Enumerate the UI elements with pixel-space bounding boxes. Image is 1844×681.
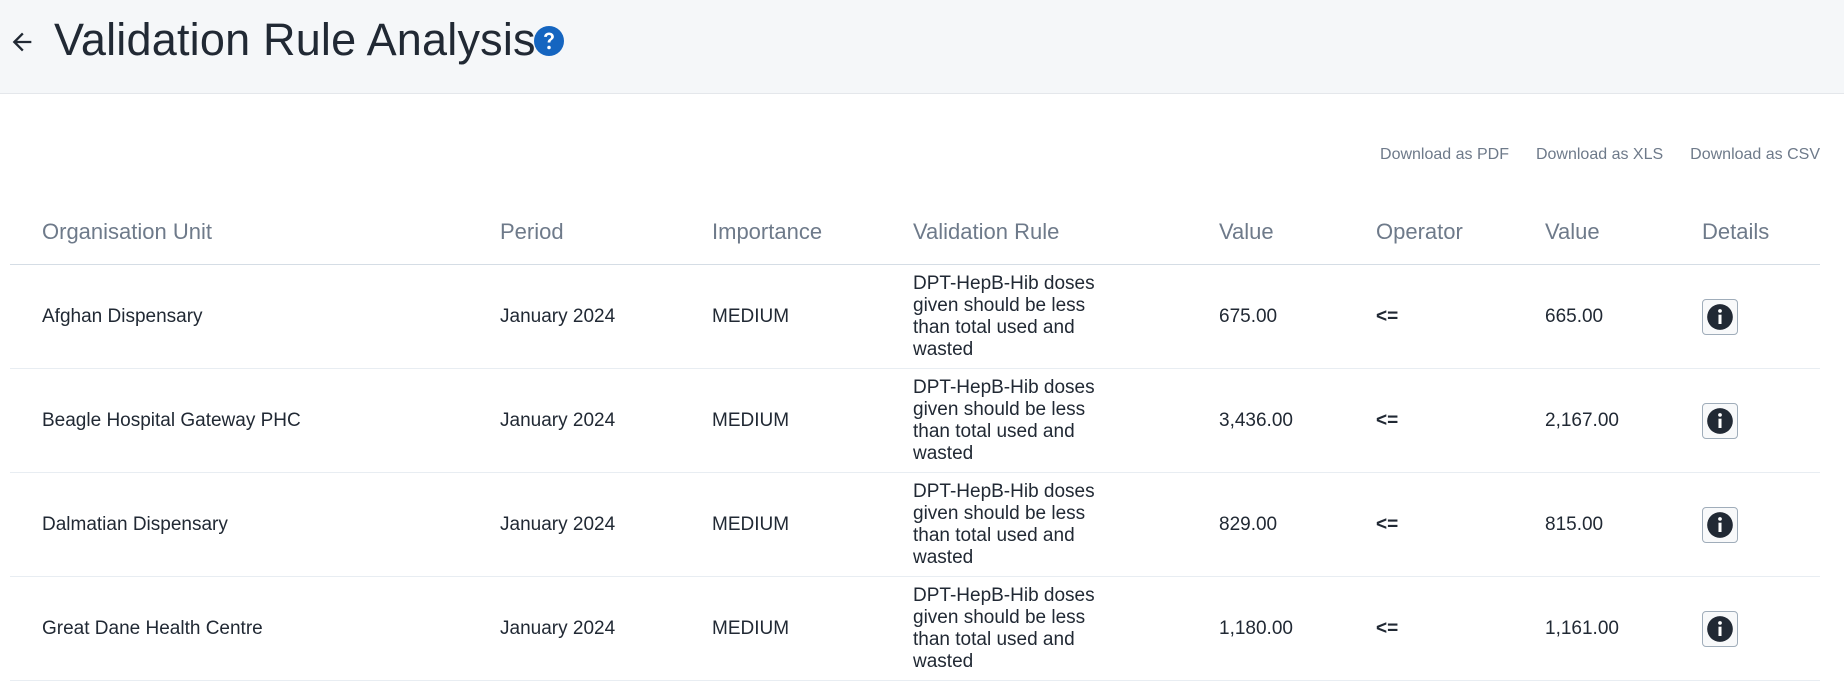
page-header: Validation Rule Analysis <box>0 0 1844 94</box>
column-header-validation-rule: Validation Rule <box>913 219 1060 244</box>
org-unit-cell: Great Dane Health Centre <box>42 617 263 639</box>
left-value-cell: 3,436.00 <box>1219 409 1293 431</box>
right-value-cell: 1,161.00 <box>1545 617 1619 639</box>
operator-cell: <= <box>1376 305 1399 327</box>
period-cell: January 2024 <box>500 617 616 639</box>
validation-rule-text: DPT-HepB-Hib doses given should be less … <box>913 272 1095 360</box>
table-row: Afghan Dispensary January 2024 MEDIUM DP… <box>10 265 1820 369</box>
org-unit-cell: Dalmatian Dispensary <box>42 513 228 535</box>
download-links: Download as PDF Download as XLS Download… <box>1380 146 1820 164</box>
info-circle-icon <box>1707 511 1733 538</box>
org-unit-cell: Beagle Hospital Gateway PHC <box>42 409 301 431</box>
validation-rule-text: DPT-HepB-Hib doses given should be less … <box>913 376 1095 464</box>
info-circle-icon <box>1707 615 1733 642</box>
importance-cell: MEDIUM <box>712 305 790 327</box>
period-cell: January 2024 <box>500 409 616 431</box>
table-row: Beagle Hospital Gateway PHC January 2024… <box>10 369 1820 473</box>
validation-rule-text: DPT-HepB-Hib doses given should be less … <box>913 584 1095 672</box>
details-cell <box>1702 577 1738 680</box>
column-header-details: Details <box>1702 219 1770 244</box>
table-row: Great Dane Health Centre January 2024 ME… <box>10 577 1820 681</box>
details-cell <box>1702 369 1738 472</box>
operator-cell: <= <box>1376 409 1399 431</box>
period-cell: January 2024 <box>500 513 616 535</box>
column-header-right-value: Value <box>1545 219 1600 244</box>
details-button[interactable] <box>1702 610 1738 647</box>
left-value-cell: 829.00 <box>1219 513 1278 535</box>
importance-cell: MEDIUM <box>712 617 790 639</box>
column-header-period: Period <box>500 219 564 244</box>
validation-rule-cell: DPT-HepB-Hib doses given should be less … <box>913 369 1103 472</box>
org-unit-cell: Afghan Dispensary <box>42 305 203 327</box>
right-value-cell: 2,167.00 <box>1545 409 1619 431</box>
validation-rule-cell: DPT-HepB-Hib doses given should be less … <box>913 265 1103 368</box>
info-circle-icon <box>1707 303 1733 330</box>
table-row: Dalmatian Dispensary January 2024 MEDIUM… <box>10 473 1820 577</box>
operator-cell: <= <box>1376 513 1399 535</box>
validation-results-table: Organisation Unit Period Importance Vali… <box>10 200 1820 681</box>
info-circle-icon <box>1707 407 1733 434</box>
details-button[interactable] <box>1702 298 1738 335</box>
column-header-importance: Importance <box>712 219 823 244</box>
column-header-left-value: Value <box>1219 219 1274 244</box>
importance-cell: MEDIUM <box>712 513 790 535</box>
validation-rule-cell: DPT-HepB-Hib doses given should be less … <box>913 577 1103 680</box>
right-value-cell: 665.00 <box>1545 305 1604 327</box>
details-cell <box>1702 473 1738 576</box>
details-button[interactable] <box>1702 506 1738 543</box>
details-button[interactable] <box>1702 402 1738 439</box>
importance-cell: MEDIUM <box>712 409 790 431</box>
page-title: Validation Rule Analysis <box>54 14 536 65</box>
details-cell <box>1702 265 1738 368</box>
table-header: Organisation Unit Period Importance Vali… <box>10 200 1820 265</box>
left-value-cell: 1,180.00 <box>1219 617 1293 639</box>
download-pdf-button[interactable]: Download as PDF <box>1380 146 1509 164</box>
validation-rule-cell: DPT-HepB-Hib doses given should be less … <box>913 473 1103 576</box>
operator-cell: <= <box>1376 617 1399 639</box>
help-icon[interactable] <box>534 26 564 56</box>
left-value-cell: 675.00 <box>1219 305 1278 327</box>
period-cell: January 2024 <box>500 305 616 327</box>
arrow-left-icon[interactable] <box>8 28 36 56</box>
column-header-organisation-unit: Organisation Unit <box>42 219 212 244</box>
column-header-operator: Operator <box>1376 219 1463 244</box>
validation-rule-text: DPT-HepB-Hib doses given should be less … <box>913 480 1095 568</box>
right-value-cell: 815.00 <box>1545 513 1604 535</box>
download-xls-button[interactable]: Download as XLS <box>1536 146 1663 164</box>
download-csv-button[interactable]: Download as CSV <box>1690 146 1820 164</box>
